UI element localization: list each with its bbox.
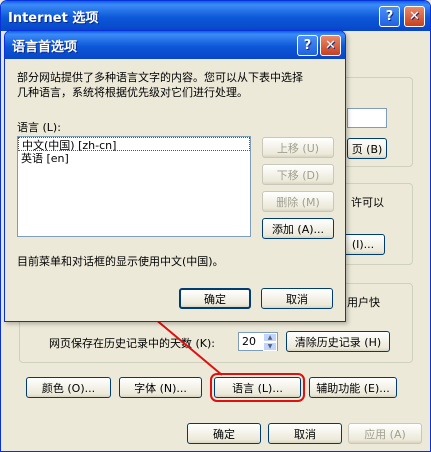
move-down-button: 下移 (D) [262,164,334,185]
description-line-2: 几种语言，系统将根据优先级对它们进行处理。 [17,86,248,99]
language-listbox[interactable]: 中文(中国) [zh-cn] 英语 [en] [17,136,251,237]
language-item[interactable]: 英语 [en] [18,151,250,165]
language-dialog-titlebar: 语言首选项 ? ✕ [5,31,345,59]
dialog-close-icon[interactable]: ✕ [320,35,341,56]
language-preferences-dialog: 语言首选项 ? ✕ 部分网站提供了多种语言文字的内容。您可以从下表中选择 几种语… [4,30,346,322]
dialog-ok-button[interactable]: 确定 [179,288,251,309]
dialog-cancel-button[interactable]: 取消 [261,288,333,309]
menu-language-note: 目前菜单和对话框的显示使用中文(中国)。 [17,255,224,268]
dialog-help-icon[interactable]: ? [297,35,318,56]
language-list-label: 语言 (L): [17,121,61,134]
language-dialog-title: 语言首选项 [12,39,78,55]
description-line-1: 部分网站提供了多种语言文字的内容。您可以从下表中选择 [17,71,303,84]
move-up-button: 上移 (U) [262,137,334,158]
add-language-button[interactable]: 添加 (A)... [262,218,334,239]
remove-button: 删除 (M) [262,191,334,212]
language-item[interactable]: 中文(中国) [zh-cn] [18,137,250,152]
